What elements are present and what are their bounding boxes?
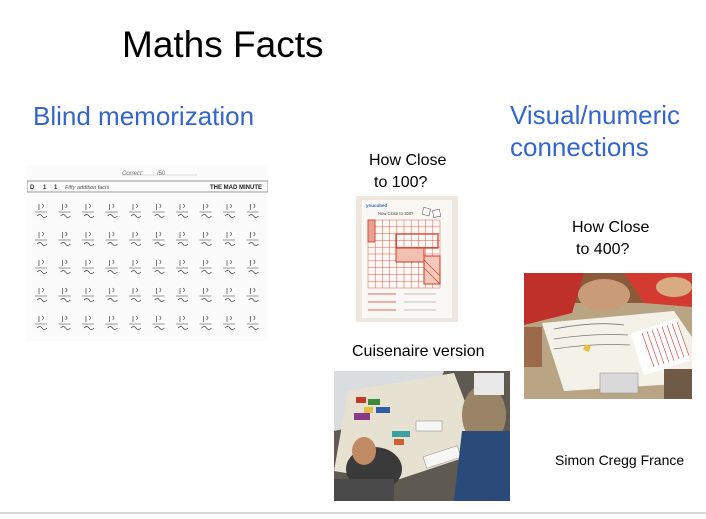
slide: Maths Facts Blind memorization Visual/nu… — [0, 0, 706, 519]
slide-divider — [0, 512, 706, 514]
cuisenaire-photo — [334, 371, 510, 501]
caption-100-line2: to 100? — [374, 174, 428, 191]
caption-100: How Close to 100? — [369, 150, 446, 194]
grid-100-title: How Close to 100? — [378, 211, 414, 216]
worksheet-correct: Correct: — [122, 171, 144, 177]
caption-100-line1: How Close — [369, 152, 447, 169]
grid-100-photo: youcubed How Close to 100? — [356, 196, 458, 322]
classroom-photo-icon — [524, 273, 692, 399]
worksheet-label-d: D — [30, 185, 35, 191]
right-heading-line1: Visual/numeric — [510, 100, 681, 130]
svg-text:youcubed: youcubed — [366, 203, 388, 208]
classroom-400-photo — [524, 273, 692, 399]
cuisenaire-photo-icon — [334, 371, 510, 501]
caption-400: How Close to 400? — [572, 217, 649, 261]
slide-title: Maths Facts — [122, 24, 324, 65]
caption-400-line1: How Close — [572, 219, 650, 236]
worksheet-brand: THE MAD MINUTE — [210, 185, 262, 191]
worksheet-photo-icon: Correct: /50 D 1 1 Fifty addition facts … — [27, 166, 268, 341]
right-heading: Visual/numeric connections — [510, 99, 680, 163]
left-heading: Blind memorization — [33, 101, 255, 131]
right-heading-line2: connections — [510, 132, 649, 162]
worksheet-score: /50 — [157, 171, 166, 177]
credit-text: Simon Cregg France — [555, 452, 685, 468]
grid-photo-icon: youcubed How Close to 100? — [356, 196, 458, 322]
caption-cuisenaire: Cuisenaire version — [352, 343, 485, 360]
worksheet-photo: Correct: /50 D 1 1 Fifty addition facts … — [27, 166, 268, 341]
worksheet-subtitle: Fifty addition facts — [65, 185, 110, 191]
caption-400-line2: to 400? — [576, 241, 630, 258]
